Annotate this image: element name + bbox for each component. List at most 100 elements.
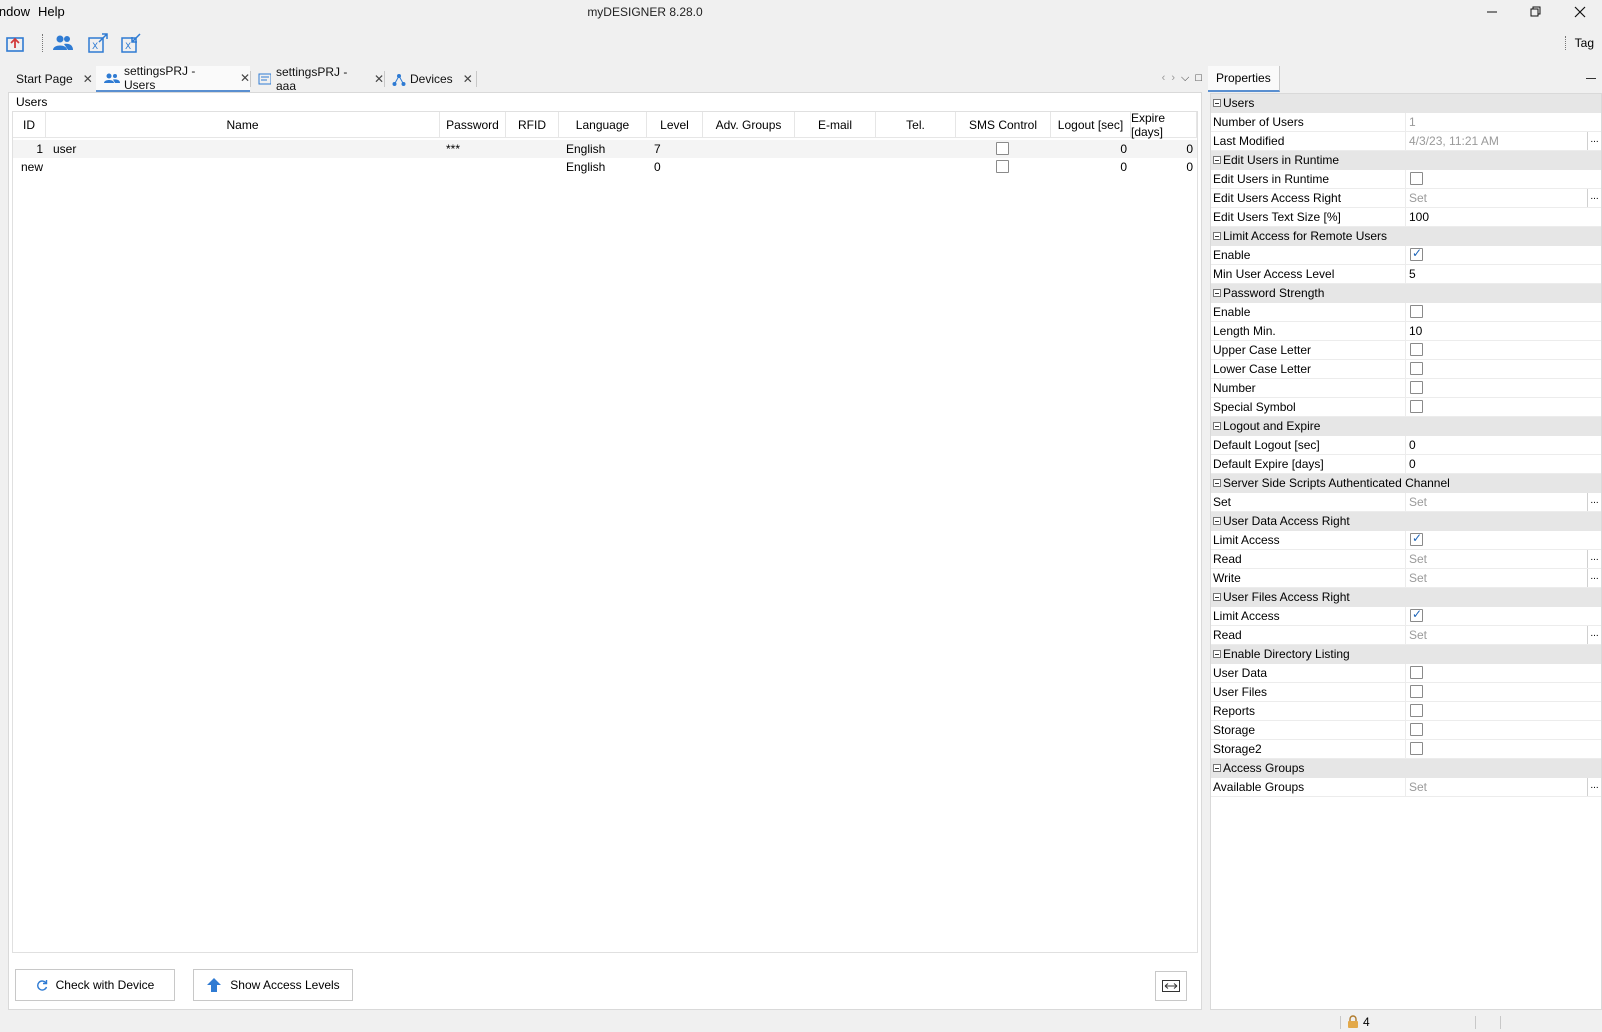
property-category[interactable]: Edit Users in Runtime xyxy=(1211,151,1601,170)
property-checkbox[interactable] xyxy=(1410,172,1423,185)
property-value[interactable] xyxy=(1405,702,1601,720)
property-row[interactable]: User Data xyxy=(1211,664,1601,683)
property-row[interactable]: Edit Users Text Size [%] 100 xyxy=(1211,208,1601,227)
column-header-logout[interactable]: Logout [sec] xyxy=(1051,112,1131,138)
property-value[interactable] xyxy=(1405,398,1601,416)
table-row[interactable]: 1 user *** English 7 0 0 xyxy=(13,140,1197,158)
property-value[interactable] xyxy=(1405,303,1601,321)
property-value[interactable]: Set... xyxy=(1405,493,1601,511)
property-row[interactable]: Special Symbol xyxy=(1211,398,1601,417)
property-value[interactable]: 0 xyxy=(1405,436,1601,454)
tab-start-page[interactable]: Start Page ✕ xyxy=(8,66,96,92)
column-header-tel[interactable]: Tel. xyxy=(876,112,956,138)
collapse-icon[interactable] xyxy=(1213,289,1221,297)
collapse-icon[interactable] xyxy=(1213,650,1221,658)
property-value[interactable]: Set... xyxy=(1405,778,1601,796)
property-value[interactable]: Set... xyxy=(1405,569,1601,587)
tab-devices[interactable]: Devices ✕ xyxy=(384,66,476,92)
column-header-name[interactable]: Name xyxy=(46,112,440,138)
property-value[interactable]: 10 xyxy=(1405,322,1601,340)
tab-settings-users[interactable]: settingsPRJ - Users ✕ xyxy=(96,64,250,92)
tab-settings-aaa[interactable]: settingsPRJ - aaa ✕ xyxy=(250,65,384,93)
close-tab-icon[interactable]: ✕ xyxy=(240,71,250,85)
cell-logout[interactable]: 0 xyxy=(1051,158,1127,176)
minimize-panel-icon[interactable] xyxy=(1586,78,1596,79)
property-category[interactable]: User Files Access Right xyxy=(1211,588,1601,607)
property-row[interactable]: Number xyxy=(1211,379,1601,398)
property-value[interactable] xyxy=(1405,607,1601,625)
ellipsis-button[interactable]: ... xyxy=(1587,189,1601,207)
property-row[interactable]: Min User Access Level 5 xyxy=(1211,265,1601,284)
column-header-id[interactable]: ID xyxy=(13,112,46,138)
cell-id[interactable]: new xyxy=(21,158,43,176)
property-row[interactable]: Storage2 xyxy=(1211,740,1601,759)
property-row[interactable]: Set Set... xyxy=(1211,493,1601,512)
property-row[interactable]: Upper Case Letter xyxy=(1211,341,1601,360)
collapse-icon[interactable] xyxy=(1213,479,1221,487)
property-value[interactable] xyxy=(1405,740,1601,758)
collapse-icon[interactable] xyxy=(1213,99,1221,107)
property-value[interactable] xyxy=(1405,721,1601,739)
property-row[interactable]: Available Groups Set... xyxy=(1211,778,1601,797)
table-row[interactable]: new English 0 0 0 xyxy=(13,158,1197,176)
cell-id[interactable]: 1 xyxy=(13,140,43,158)
property-value[interactable]: 1 xyxy=(1405,113,1601,131)
property-checkbox[interactable] xyxy=(1410,246,1423,261)
ellipsis-button[interactable]: ... xyxy=(1587,493,1601,511)
property-checkbox[interactable] xyxy=(1410,400,1423,413)
collapse-icon[interactable] xyxy=(1213,422,1221,430)
upload-button[interactable] xyxy=(2,30,28,56)
property-category[interactable]: Password Strength xyxy=(1211,284,1601,303)
property-row[interactable]: Read Set... xyxy=(1211,626,1601,645)
property-value[interactable] xyxy=(1405,170,1601,188)
property-value[interactable] xyxy=(1405,246,1601,264)
property-row[interactable]: Number of Users 1 xyxy=(1211,113,1601,132)
property-row[interactable]: Length Min. 10 xyxy=(1211,322,1601,341)
cell-password[interactable]: *** xyxy=(446,140,460,158)
users-button[interactable] xyxy=(50,30,76,56)
close-tab-icon[interactable]: ✕ xyxy=(374,72,384,86)
show-access-levels-button[interactable]: Show Access Levels xyxy=(193,969,353,1001)
property-row[interactable]: User Files xyxy=(1211,683,1601,702)
property-value[interactable]: Set... xyxy=(1405,626,1601,644)
cell-level[interactable]: 7 xyxy=(654,140,661,158)
collapse-icon[interactable] xyxy=(1213,517,1221,525)
property-category[interactable]: Limit Access for Remote Users xyxy=(1211,227,1601,246)
chevron-right-icon[interactable]: › xyxy=(1171,72,1175,85)
property-value[interactable] xyxy=(1405,379,1601,397)
property-value[interactable]: 0 xyxy=(1405,455,1601,473)
property-value[interactable]: 5 xyxy=(1405,265,1601,283)
property-row[interactable]: Default Logout [sec] 0 xyxy=(1211,436,1601,455)
collapse-icon[interactable] xyxy=(1213,232,1221,240)
close-tab-icon[interactable]: ✕ xyxy=(83,72,93,86)
property-row[interactable]: Edit Users in Runtime xyxy=(1211,170,1601,189)
property-row[interactable]: Last Modified 4/3/23, 11:21 AM... xyxy=(1211,132,1601,151)
property-row[interactable]: Limit Access xyxy=(1211,531,1601,550)
property-checkbox[interactable] xyxy=(1410,343,1423,356)
property-checkbox[interactable] xyxy=(1410,305,1423,318)
property-row[interactable]: Reports xyxy=(1211,702,1601,721)
sms-control-checkbox[interactable] xyxy=(996,160,1009,173)
fit-columns-button[interactable] xyxy=(1155,971,1187,1001)
property-value[interactable] xyxy=(1405,341,1601,359)
property-row[interactable]: Edit Users Access Right Set... xyxy=(1211,189,1601,208)
column-header-expire[interactable]: Expire [days] xyxy=(1131,111,1197,139)
property-value[interactable] xyxy=(1405,360,1601,378)
property-value[interactable] xyxy=(1405,683,1601,701)
import-excel-button[interactable]: X xyxy=(118,30,144,56)
property-value[interactable]: Set... xyxy=(1405,189,1601,207)
property-checkbox[interactable] xyxy=(1410,362,1423,375)
cell-logout[interactable]: 0 xyxy=(1051,140,1127,158)
column-header-email[interactable]: E-mail xyxy=(795,112,876,138)
tag-button[interactable]: Tag xyxy=(1575,36,1594,50)
property-row[interactable]: Default Expire [days] 0 xyxy=(1211,455,1601,474)
cell-expire[interactable]: 0 xyxy=(1131,158,1193,176)
chevron-down-icon[interactable]: ⌵ xyxy=(1181,72,1189,85)
column-header-password[interactable]: Password xyxy=(440,112,506,138)
maximize-icon[interactable]: □ xyxy=(1195,72,1202,85)
property-row[interactable]: Enable xyxy=(1211,303,1601,322)
collapse-icon[interactable] xyxy=(1213,764,1221,772)
column-header-rfid[interactable]: RFID xyxy=(506,112,559,138)
property-value[interactable]: Set... xyxy=(1405,550,1601,568)
property-checkbox[interactable] xyxy=(1410,723,1423,736)
